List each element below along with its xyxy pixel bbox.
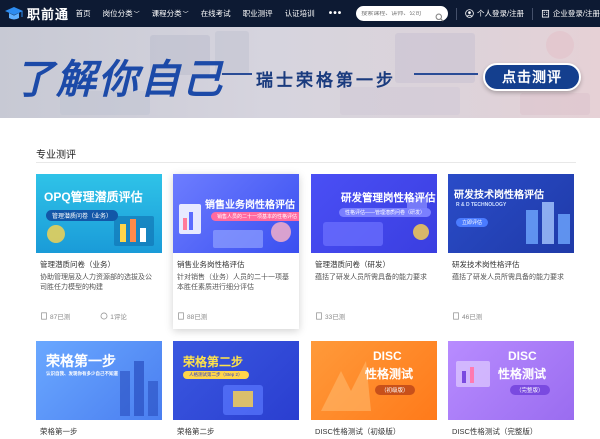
assessment-card[interactable]: 荣格第二步 人格测试第二步（Step 2） 荣格第二步 — [173, 341, 299, 437]
comment-icon — [100, 312, 108, 320]
card-description: 蕴括了研发人员所需具备的能力要求 — [315, 274, 427, 281]
top-nav: 职前通 首页 岗位分类﹀ 课程分类﹀ 在线考试 职业测评 认证培训 ••• 个人… — [0, 0, 600, 27]
card-title: DISC性格测试（完整版） — [452, 427, 538, 436]
search-box — [356, 6, 449, 22]
card-title: 荣格第一步 — [40, 427, 78, 436]
card-thumbnail: 销售业务岗性格评估 销售人员的二十一项基本的性格评估 — [173, 174, 299, 253]
card-thumbnail: DISC 性格测试 （完整版） — [448, 341, 574, 420]
nav-divider — [456, 7, 458, 20]
card-thumbnail: DISC 性格测试 （初级版） — [311, 341, 437, 420]
card-stats: 87已测 1评论 — [36, 303, 162, 321]
building-icon — [541, 9, 549, 18]
card-stats: 46已测 — [448, 303, 574, 321]
card-title: DISC性格测试（初级版） — [315, 427, 401, 436]
section-divider — [36, 162, 576, 163]
document-icon — [453, 312, 459, 320]
card-title: 管理潜质问卷（研发） — [315, 260, 390, 269]
card-description: 协助管理层及人力资源部的选拔及公司胜任力模型的构建 — [40, 274, 152, 291]
search-input[interactable] — [361, 10, 436, 17]
card-description: 针对销售（业务）人员的二十一项基本胜任素质进行细分评估 — [177, 274, 289, 291]
document-icon — [41, 312, 47, 320]
start-assessment-button[interactable]: 点击测评 — [483, 63, 581, 91]
search-icon[interactable] — [435, 9, 444, 22]
nav-divider — [532, 7, 533, 20]
user-icon — [465, 9, 474, 18]
personal-login-link[interactable]: 个人登录/注册 — [465, 8, 524, 19]
card-thumbnail: 研发管理岗性格评估 性格评估——管理潜质问卷（研发） — [311, 174, 437, 253]
banner-rule — [414, 73, 478, 75]
main-menu: 首页 岗位分类﹀ 课程分类﹀ 在线考试 职业测评 认证培训 ••• — [76, 8, 357, 19]
graduation-cap-icon — [4, 5, 24, 23]
card-thumbnail: 荣格第二步 人格测试第二步（Step 2） — [173, 341, 299, 420]
card-thumbnail: 荣格第一步 认识自我、发现你有多少自己不知道 — [36, 341, 162, 420]
card-description: 蕴括了研发人员所需具备的能力要求 — [452, 274, 564, 281]
assessment-card[interactable]: 销售业务岗性格评估 销售人员的二十一项基本的性格评估 销售业务岗性格评估 针对销… — [173, 174, 299, 329]
chevron-down-icon: ﹀ — [182, 12, 189, 18]
assessment-card[interactable]: DISC 性格测试 （完整版） DISC性格测试（完整版） — [448, 341, 574, 437]
nav-item-job-categories[interactable]: 岗位分类﹀ — [103, 8, 140, 19]
brand-logo[interactable]: 职前通 — [4, 4, 72, 23]
nav-item-home[interactable]: 首页 — [76, 8, 91, 19]
banner-subtitle: 瑞士荣格第一步 — [256, 71, 396, 90]
card-stats: 88已测 — [173, 303, 299, 321]
assessment-card[interactable]: OPQ管理潜质评估 管理潜质问卷（业务） 管理潜质问卷（业务） 协助管理层及人力… — [36, 174, 162, 321]
nav-item-online-exam[interactable]: 在线考试 — [201, 8, 231, 19]
assessment-card[interactable]: 研发管理岗性格评估 性格评估——管理潜质问卷（研发） 管理潜质问卷（研发） 蕴括… — [311, 174, 437, 321]
card-stats: 33已测 — [311, 303, 437, 321]
card-thumbnail: OPQ管理潜质评估 管理潜质问卷（业务） — [36, 174, 162, 253]
nav-item-career-assessment[interactable]: 职业测评 — [243, 8, 273, 19]
hero-banner[interactable]: 了解你自己 瑞士荣格第一步 点击测评 — [0, 27, 600, 118]
card-title: 管理潜质问卷（业务） — [40, 260, 115, 269]
assessment-card[interactable]: 研发技术岗性格评估 R & D TECHNOLOGY 立即评估 研发技术岗性格评… — [448, 174, 574, 321]
chevron-down-icon: ﹀ — [133, 12, 140, 18]
card-title: 荣格第二步 — [177, 427, 215, 436]
brand-name: 职前通 — [27, 7, 70, 22]
document-icon — [316, 312, 322, 320]
company-login-link[interactable]: 企业登录/注册 — [541, 8, 600, 19]
section-title: 专业测评 — [36, 150, 76, 161]
assessment-card[interactable]: 荣格第一步 认识自我、发现你有多少自己不知道 荣格第一步 — [36, 341, 162, 437]
nav-item-course-categories[interactable]: 课程分类﹀ — [152, 8, 189, 19]
document-icon — [178, 312, 184, 320]
nav-item-certification[interactable]: 认证培训 — [285, 8, 315, 19]
assessment-card[interactable]: DISC 性格测试 （初级版） DISC性格测试（初级版） — [311, 341, 437, 437]
more-menu-icon[interactable]: ••• — [329, 8, 343, 19]
card-title: 研发技术岗性格评估 — [452, 260, 520, 269]
banner-title: 了解你自己 — [14, 58, 224, 102]
card-title: 销售业务岗性格评估 — [177, 260, 245, 269]
banner-rule — [222, 73, 252, 75]
card-thumbnail: 研发技术岗性格评估 R & D TECHNOLOGY 立即评估 — [448, 174, 574, 253]
